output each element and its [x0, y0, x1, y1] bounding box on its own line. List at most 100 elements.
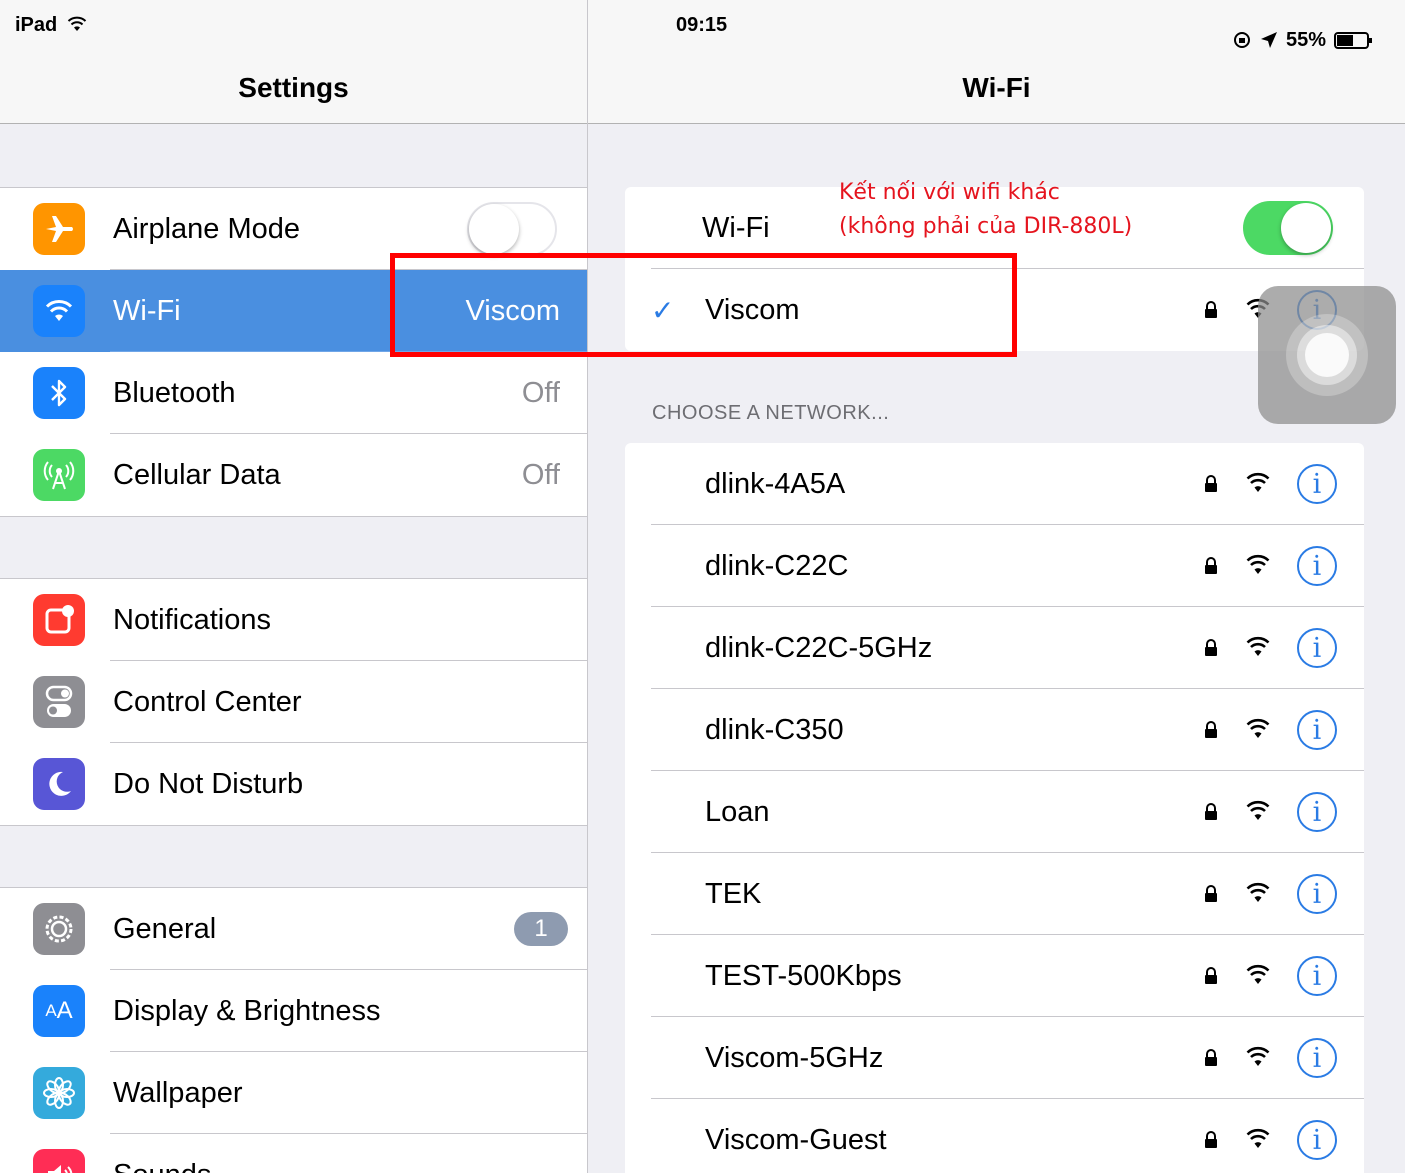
- airplane-mode-toggle[interactable]: [467, 202, 557, 256]
- wallpaper-label: Wallpaper: [113, 1076, 243, 1109]
- settings-row-general[interactable]: General 1: [0, 888, 587, 970]
- location-arrow-icon: [1261, 32, 1277, 48]
- network-row[interactable]: dlink-C22C-5GHz i: [625, 607, 1364, 689]
- wifi-navbar: Wi-Fi: [588, 52, 1405, 124]
- wifi-icon: [33, 285, 85, 337]
- airplane-mode-label: Airplane Mode: [113, 212, 300, 245]
- lock-icon: [1205, 885, 1217, 902]
- settings-row-notifications[interactable]: Notifications: [0, 579, 587, 661]
- lock-icon: [1205, 803, 1217, 820]
- network-row[interactable]: TEK i: [625, 853, 1364, 935]
- bluetooth-icon: [33, 367, 85, 419]
- toggles-icon: [33, 676, 85, 728]
- settings-navbar: Settings: [0, 52, 587, 124]
- general-label: General: [113, 912, 217, 945]
- wifi-toggle[interactable]: [1243, 201, 1333, 255]
- wifi-signal-icon: [1246, 1046, 1270, 1066]
- wifi-signal-icon: [1246, 472, 1270, 492]
- battery-icon: [1334, 32, 1373, 49]
- info-icon[interactable]: i: [1297, 546, 1337, 586]
- lock-icon: [1205, 1131, 1217, 1148]
- notifications-icon: [33, 594, 85, 646]
- settings-row-do-not-disturb[interactable]: Do Not Disturb: [0, 743, 587, 825]
- cellular-data-label: Cellular Data: [113, 458, 281, 491]
- wifi-signal-icon: [1246, 718, 1270, 738]
- status-wifi-icon: [67, 16, 86, 31]
- settings-group-general: General 1 AA Display & Brightness Wallpa…: [0, 887, 587, 1173]
- lock-icon: [1205, 557, 1217, 574]
- text-size-icon: AA: [33, 985, 85, 1037]
- network-row[interactable]: dlink-4A5A i: [625, 443, 1364, 525]
- wifi-signal-icon: [1246, 554, 1270, 574]
- network-row[interactable]: Loan i: [625, 771, 1364, 853]
- info-icon[interactable]: i: [1297, 956, 1337, 996]
- network-name: TEK: [705, 877, 762, 910]
- network-row[interactable]: Viscom-Guest i: [625, 1099, 1364, 1173]
- annotation-highlight-box: [390, 253, 1017, 357]
- display-brightness-label: Display & Brightness: [113, 994, 381, 1027]
- device-name: iPad: [15, 14, 58, 36]
- status-bar-left: [0, 0, 587, 52]
- annotation-note: Kết nối với wifi khác (không phải của DI…: [839, 176, 1132, 244]
- settings-row-display-brightness[interactable]: AA Display & Brightness: [0, 970, 587, 1052]
- settings-row-sounds[interactable]: Sounds: [0, 1134, 587, 1173]
- network-name: Viscom-5GHz: [705, 1041, 884, 1074]
- info-icon[interactable]: i: [1297, 1038, 1337, 1078]
- lock-icon: [1205, 639, 1217, 656]
- gear-icon: [33, 903, 85, 955]
- info-icon[interactable]: i: [1297, 464, 1337, 504]
- wifi-toggle-label: Wi-Fi: [702, 211, 770, 244]
- network-name: Viscom-Guest: [705, 1123, 887, 1156]
- wifi-label: Wi-Fi: [113, 294, 181, 327]
- lock-icon: [1205, 1049, 1217, 1066]
- wifi-signal-icon: [1246, 800, 1270, 820]
- cellular-antenna-icon: [33, 449, 85, 501]
- info-icon[interactable]: i: [1297, 874, 1337, 914]
- lock-icon: [1205, 301, 1217, 318]
- wifi-signal-icon: [1246, 636, 1270, 656]
- bluetooth-value: Off: [521, 376, 560, 409]
- network-row[interactable]: dlink-C22C i: [625, 525, 1364, 607]
- bluetooth-label: Bluetooth: [113, 376, 236, 409]
- assistive-touch-button[interactable]: [1258, 286, 1396, 424]
- network-name: TEST-500Kbps: [705, 959, 902, 992]
- update-badge: 1: [514, 912, 568, 946]
- network-row[interactable]: dlink-C350 i: [625, 689, 1364, 771]
- wifi-signal-icon: [1246, 1128, 1270, 1148]
- settings-row-control-center[interactable]: Control Center: [0, 661, 587, 743]
- wifi-signal-icon: [1246, 882, 1270, 902]
- do-not-disturb-label: Do Not Disturb: [113, 767, 304, 800]
- lock-icon: [1205, 967, 1217, 984]
- info-icon[interactable]: i: [1297, 1120, 1337, 1160]
- info-icon[interactable]: i: [1297, 628, 1337, 668]
- settings-row-cellular-data[interactable]: Cellular Data Off: [0, 434, 587, 516]
- detail-title: Wi-Fi: [962, 71, 1031, 103]
- network-name: dlink-C350: [705, 713, 844, 746]
- settings-group-notifications: Notifications Control Center Do Not Dist…: [0, 578, 587, 826]
- settings-master-pane: iPad Settings Airplane Mode Wi-Fi Viscom: [0, 0, 588, 1173]
- moon-icon: [33, 758, 85, 810]
- page-title: Settings: [238, 71, 349, 103]
- info-icon[interactable]: i: [1297, 710, 1337, 750]
- info-icon[interactable]: i: [1297, 792, 1337, 832]
- notifications-label: Notifications: [113, 603, 271, 636]
- network-row[interactable]: TEST-500Kbps i: [625, 935, 1364, 1017]
- annotation-line-1: Kết nối với wifi khác: [839, 180, 1060, 205]
- control-center-label: Control Center: [113, 685, 302, 718]
- flower-icon: [33, 1067, 85, 1119]
- battery-percent: 55%: [1286, 28, 1327, 51]
- airplane-icon: [33, 203, 85, 255]
- network-row[interactable]: Viscom-5GHz i: [625, 1017, 1364, 1099]
- orientation-lock-icon: [1234, 32, 1250, 48]
- lock-icon: [1205, 475, 1217, 492]
- network-name: dlink-4A5A: [705, 467, 846, 500]
- settings-row-bluetooth[interactable]: Bluetooth Off: [0, 352, 587, 434]
- network-name: dlink-C22C-5GHz: [705, 631, 933, 664]
- cellular-data-value: Off: [521, 458, 560, 491]
- network-name: dlink-C22C: [705, 549, 849, 582]
- speaker-icon: [33, 1149, 85, 1173]
- network-list: dlink-4A5A i dlink-C22C i dlink-C22C-5GHz i dl…: [625, 443, 1364, 1173]
- sounds-label: Sounds: [113, 1159, 211, 1173]
- network-name: Loan: [705, 795, 770, 828]
- settings-row-wallpaper[interactable]: Wallpaper: [0, 1052, 587, 1134]
